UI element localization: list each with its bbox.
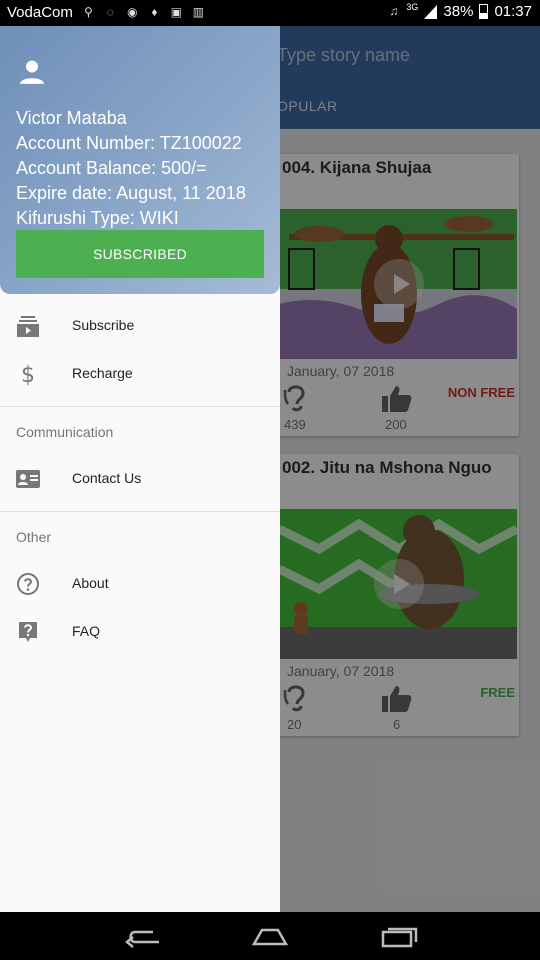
menu-item-faq[interactable]: FAQ xyxy=(0,608,280,656)
home-icon[interactable] xyxy=(250,924,290,948)
dollar-icon: $ xyxy=(21,363,35,386)
user-name: Victor Mataba xyxy=(16,108,127,128)
divider xyxy=(0,406,280,407)
account-number: Account Number: TZ100022 xyxy=(16,133,242,153)
whatsapp-icon: ◌ xyxy=(106,5,114,19)
app-icon: ▣ xyxy=(170,5,183,19)
headset-icon: ♫ xyxy=(389,4,399,18)
subscriptions-icon xyxy=(17,316,39,337)
person-icon xyxy=(20,60,44,84)
section-header-other: Other xyxy=(16,529,52,545)
twitter-icon: ♦ xyxy=(151,5,158,19)
contact-card-icon xyxy=(16,470,40,488)
divider xyxy=(0,511,280,512)
svg-text:$: $ xyxy=(21,363,35,386)
menu-item-subscribe[interactable]: Subscribe xyxy=(0,302,280,350)
clock: 01:37 xyxy=(494,3,532,20)
recents-icon[interactable] xyxy=(378,924,418,948)
compass-icon: ◉ xyxy=(127,5,138,19)
menu-item-recharge[interactable]: $ Recharge xyxy=(0,350,280,398)
menu-item-label: FAQ xyxy=(72,623,101,639)
barcode-icon: ▥ xyxy=(192,5,205,19)
account-balance: Account Balance: 500/= xyxy=(16,158,207,178)
section-header-communication: Communication xyxy=(16,424,114,440)
back-icon[interactable] xyxy=(123,924,163,948)
menu-item-label: Recharge xyxy=(72,365,133,381)
expire-date: Expire date: August, 11 2018 xyxy=(16,183,246,203)
battery-percent: 38% xyxy=(443,3,474,20)
drawer-header: Victor Mataba Account Number: TZ100022 A… xyxy=(0,26,280,294)
subscribed-button[interactable]: SUBSCRIBED xyxy=(16,230,264,278)
menu-item-label: Subscribe xyxy=(72,317,135,333)
menu-item-about[interactable]: About xyxy=(0,560,280,608)
network-type: 3G xyxy=(406,1,419,12)
help-box-icon xyxy=(19,622,37,642)
navigation-drawer: Victor Mataba Account Number: TZ100022 A… xyxy=(0,26,280,912)
menu-item-label: Contact Us xyxy=(72,470,142,486)
carrier-name: VodaCom xyxy=(7,4,73,21)
usb-icon: ⚲ xyxy=(83,5,93,19)
menu-item-contact-us[interactable]: Contact Us xyxy=(0,455,280,503)
help-circle-icon xyxy=(17,573,39,595)
status-bar: VodaCom ⚲ ◌ ◉ ♦ ▣ ▥ ♫ 3G 38% 01:37 xyxy=(0,0,540,26)
menu-item-label: About xyxy=(72,575,109,591)
battery-icon xyxy=(479,4,489,19)
kifurushi-type: Kifurushi Type: WIKI xyxy=(16,208,179,228)
signal-icon xyxy=(424,4,438,19)
system-nav-bar xyxy=(0,912,540,960)
